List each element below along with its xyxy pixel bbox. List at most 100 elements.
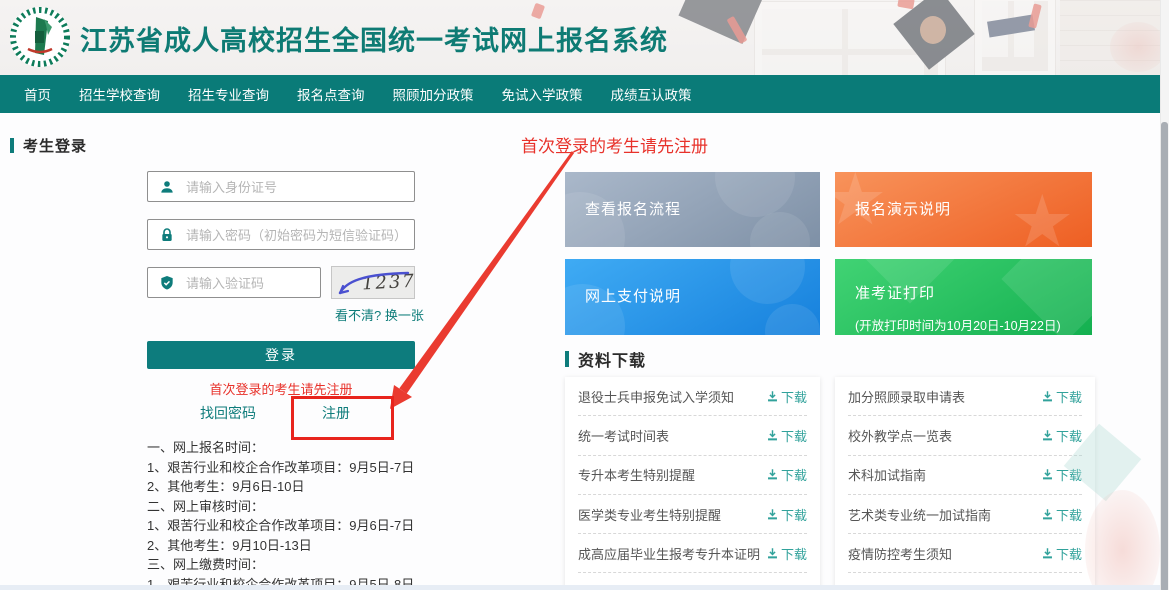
main-nav: 首页 招生学校查询 招生专业查询 报名点查询 照顾加分政策 免试入学政策 成绩互… [0,75,1169,113]
card-demo-instructions[interactable]: ★ ★ 报名演示说明 [835,172,1092,247]
nav-item[interactable]: 首页 [22,81,53,107]
download-label: 下载 [781,505,807,524]
card-decoration: ★ [1010,186,1075,247]
card-online-payment[interactable]: 网上支付说明 [565,259,820,335]
window-decoration [755,2,945,75]
download-row: 退役士兵申报免试入学须知 下载 [578,377,807,416]
first-login-note: 首次登录的考生请先注册 [147,379,415,398]
download-icon [1041,468,1054,481]
card-decoration [715,172,795,217]
schedule-line: 2、其他考生：9月6日-10日 [147,477,414,497]
download-row: 加分照顾录取申请表 下载 [848,377,1082,416]
download-row: 专升本考生特别提醒 下载 [578,456,807,495]
download-button[interactable]: 下载 [1041,426,1082,445]
download-button[interactable]: 下载 [766,505,807,524]
id-number-input[interactable] [184,172,414,203]
shield-check-icon [159,275,175,291]
download-icon [1041,508,1054,521]
graduation-cap-decoration [893,0,974,70]
download-label: 下载 [781,544,807,563]
card-label: 准考证打印 [855,282,935,303]
download-button[interactable]: 下载 [1041,505,1082,524]
card-decoration [730,259,805,304]
download-name: 成高应届毕业生报考专升本证明 [578,544,760,563]
card-label: 网上支付说明 [585,285,681,306]
download-label: 下载 [1056,465,1082,484]
scrollbar-thumb[interactable] [1161,122,1168,590]
wall-tiles-decoration [1060,0,1169,75]
download-button[interactable]: 下载 [766,426,807,445]
download-row: 校外教学点一览表 下载 [848,416,1082,455]
download-label: 下载 [1056,426,1082,445]
nav-item[interactable]: 免试入学政策 [500,81,585,107]
download-button[interactable]: 下载 [1041,465,1082,484]
download-row: 艺术类专业统一加试指南 下载 [848,495,1082,534]
download-name: 专升本考生特别提醒 [578,465,695,484]
card-decoration [750,212,810,247]
download-name: 艺术类专业统一加试指南 [848,505,991,524]
scrollbar[interactable] [1160,0,1169,590]
nav-item[interactable]: 成绩互认政策 [609,81,694,107]
captcha-refresh-link[interactable]: 看不清? 换一张 [335,305,424,324]
nav-item[interactable]: 招生专业查询 [186,81,271,107]
download-button[interactable]: 下载 [766,465,807,484]
decoration [1085,490,1160,590]
nav-item[interactable]: 报名点查询 [295,81,367,107]
download-button[interactable]: 下载 [766,544,807,563]
download-icon [1041,429,1054,442]
download-button[interactable]: 下载 [766,387,807,406]
downloads-panel-right: 加分照顾录取申请表 下载 校外教学点一览表 下载 [835,377,1095,590]
schedule-line: 1、艰苦行业和校企合作改革项目：9月5日-7日 [147,458,414,478]
tassel-decoration [727,16,748,44]
section-accent-bar [565,351,569,367]
download-row: 医学类专业考生特别提醒 下载 [578,495,807,534]
user-icon [159,179,175,195]
captcha-field-wrapper [147,267,321,298]
download-icon [1041,547,1054,560]
registration-schedule: 一、网上报名时间： 1、艰苦行业和校企合作改革项目：9月5日-7日 2、其他考生… [147,438,414,590]
page: 江苏省成人高校招生全国统一考试网上报名系统 首页 招生学校查询 招生专业查询 报… [0,0,1169,590]
download-icon [766,468,779,481]
card-label: 报名演示说明 [855,198,951,219]
download-button[interactable]: 下载 [1041,544,1082,563]
download-label: 下载 [781,426,807,445]
nav-item[interactable]: 照顾加分政策 [391,81,476,107]
schedule-line: 一、网上报名时间： [147,438,414,458]
login-section-header: 考生登录 [10,135,87,156]
card-note: (开放打印时间为10月20日-10月22日) [855,315,1061,334]
schedule-line: 三、网上缴费时间： [147,555,414,575]
download-icon [766,547,779,560]
download-button[interactable]: 下载 [1041,387,1082,406]
header: 江苏省成人高校招生全国统一考试网上报名系统 [0,0,1169,75]
captcha-image[interactable]: 1237 [331,266,415,299]
download-row: 术科加试指南 下载 [848,456,1082,495]
annotation-register-note: 首次登录的考生请先注册 [521,132,708,157]
downloads-section-title: 资料下载 [578,347,646,371]
section-accent-bar [10,138,14,153]
password-field-wrapper [147,219,415,250]
pink-smudge-decoration [1110,22,1166,72]
window-decoration [975,0,1055,75]
register-link[interactable]: 注册 [322,403,350,423]
schedule-line: 1、艰苦行业和校企合作改革项目：9月6日-7日 [147,516,414,536]
download-row: 疫情防控考生须知 下载 [848,534,1082,573]
download-icon [1041,390,1054,403]
download-name: 医学类专业考生特别提醒 [578,505,721,524]
captcha-input[interactable] [184,268,320,299]
download-label: 下载 [781,387,807,406]
download-name: 疫情防控考生须知 [848,544,952,563]
download-label: 下载 [1056,544,1082,563]
download-label: 下载 [1056,505,1082,524]
download-name: 加分照顾录取申请表 [848,387,965,406]
login-section-title: 考生登录 [23,135,87,156]
card-view-process[interactable]: 查看报名流程 [565,172,820,247]
nav-item[interactable]: 招生学校查询 [77,81,162,107]
download-row: 成高应届毕业生报考专升本证明 下载 [578,534,807,573]
forgot-password-link[interactable]: 找回密码 [200,403,256,423]
download-label: 下载 [781,465,807,484]
card-label: 查看报名流程 [585,198,681,219]
login-button[interactable]: 登录 [147,341,415,369]
lock-icon [159,227,175,243]
card-print-admission-ticket[interactable]: 准考证打印 (开放打印时间为10月20日-10月22日) [835,259,1092,335]
password-input[interactable] [184,220,414,251]
